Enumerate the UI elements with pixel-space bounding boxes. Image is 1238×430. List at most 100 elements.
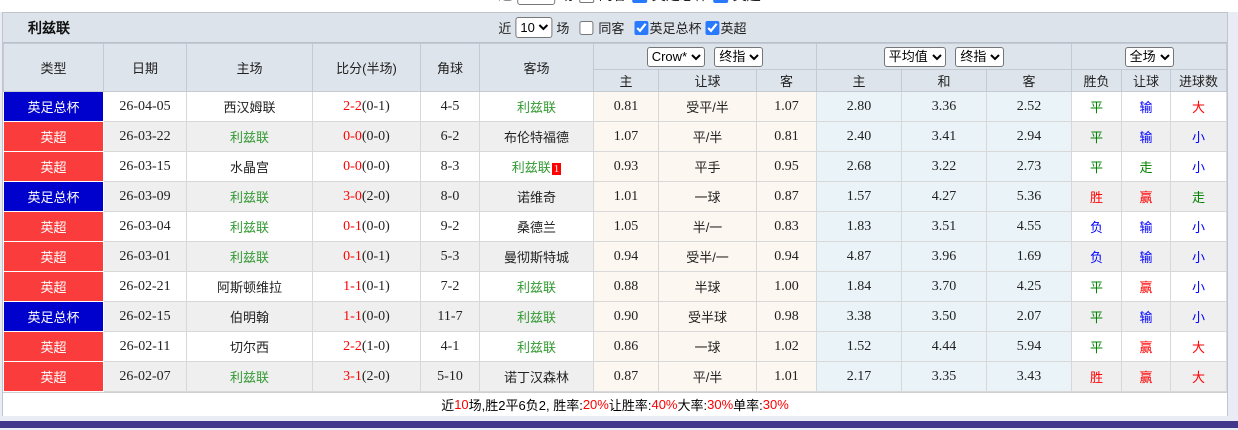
avg-home-cell: 1.83 <box>816 211 903 242</box>
same-away-label[interactable]: 同客 <box>598 18 624 37</box>
home-team-link[interactable]: 阿斯顿维拉 <box>217 280 282 295</box>
summary-segment: 10 <box>454 397 469 412</box>
handicap-cell: 半/一 <box>658 211 757 242</box>
away-team-link[interactable]: 利兹联 <box>517 310 556 325</box>
clipped-near-label: 近 <box>498 0 512 5</box>
corner-cell: 8-0 <box>420 181 480 212</box>
home-team-cell: 西汉姆联 <box>186 91 313 122</box>
away-team-link[interactable]: 利兹联 <box>517 100 556 115</box>
avg-away-cell: 2.73 <box>986 151 1073 182</box>
fa-cup-checkbox[interactable] <box>634 20 649 35</box>
average-odds-group: 平均值 终指 <box>816 43 1073 70</box>
home-team-link[interactable]: 水晶宫 <box>230 160 269 175</box>
odds-home-cell: 0.93 <box>593 151 659 182</box>
league-type-cell[interactable]: 英超 <box>3 331 104 362</box>
summary-segment: 40% <box>651 397 678 412</box>
odds-away-cell: 1.02 <box>755 331 818 362</box>
away-team-link[interactable]: 桑德兰 <box>517 220 556 235</box>
odds-home-cell: 1.05 <box>593 211 659 242</box>
league-type-cell[interactable]: 英足总杯 <box>3 301 104 332</box>
away-team-link[interactable]: 利兹联 <box>517 280 556 295</box>
clipped-fa-cup-label: 英足总杯 <box>652 0 708 5</box>
away-team-link[interactable]: 布伦特福德 <box>504 130 569 145</box>
away-team-cell: 利兹联 <box>479 91 594 122</box>
result-goals-cell: 小 <box>1170 211 1228 242</box>
matches-table: 类型 日期 主场 比分(半场) 角球 客场 Crow* 终指 平均值 终指 全场 <box>3 43 1228 392</box>
avg-home-cell: 1.52 <box>816 331 903 362</box>
games-label: 场 <box>556 21 570 36</box>
odds-final-select[interactable]: 终指 <box>714 46 764 67</box>
home-team-link[interactable]: 利兹联 <box>230 370 269 385</box>
match-rows: 英足总杯 26-04-05 西汉姆联 2-2(0-1) 4-5 利兹联 0.81 受平/半 1.… <box>3 91 1228 392</box>
away-team-link[interactable]: 诺维奇 <box>517 190 556 205</box>
away-team-link[interactable]: 利兹联 <box>512 160 551 175</box>
odds-company-select[interactable]: Crow* <box>646 46 705 67</box>
table-row: 英足总杯 26-04-05 西汉姆联 2-2(0-1) 4-5 利兹联 0.81 受平/半 1.… <box>3 91 1228 122</box>
result-goals-cell: 小 <box>1170 301 1228 332</box>
score-cell: 2-2(1-0) <box>312 331 421 362</box>
odds-home-cell: 0.94 <box>593 241 659 272</box>
avg-away-cell: 2.07 <box>986 301 1073 332</box>
epl-checkbox[interactable] <box>705 20 720 35</box>
average-final-select[interactable]: 终指 <box>955 46 1005 67</box>
result-wdl-cell: 胜 <box>1071 361 1123 392</box>
league-type-cell[interactable]: 英超 <box>3 361 104 392</box>
result-goals-cell: 大 <box>1170 331 1228 362</box>
date-cell: 26-02-15 <box>103 301 187 332</box>
odds-away-cell: 0.95 <box>755 151 818 182</box>
away-team-link[interactable]: 利兹联 <box>517 340 556 355</box>
epl-label[interactable]: 英超 <box>720 18 746 37</box>
league-type-cell[interactable]: 英足总杯 <box>3 181 104 212</box>
result-goals-cell: 大 <box>1170 361 1228 392</box>
home-team-cell: 利兹联 <box>186 121 313 152</box>
league-type-cell[interactable]: 英超 <box>3 211 104 242</box>
result-handicap-cell: 赢 <box>1121 181 1172 212</box>
col-header-type: 类型 <box>3 43 104 92</box>
rank-badge: 1 <box>551 163 562 175</box>
home-team-cell: 水晶宫 <box>186 151 313 182</box>
result-handicap-cell: 赢 <box>1121 331 1172 362</box>
corner-cell: 9-2 <box>420 211 480 242</box>
avg-home-cell: 3.38 <box>816 301 903 332</box>
fa-cup-label[interactable]: 英足总杯 <box>649 18 701 37</box>
odds-home-cell: 0.86 <box>593 331 659 362</box>
near-count-select[interactable]: 10 <box>515 17 553 38</box>
corner-cell: 5-3 <box>420 241 480 272</box>
home-team-link[interactable]: 利兹联 <box>230 250 269 265</box>
summary-segment: 大率: <box>677 398 708 413</box>
odds-home-cell: 0.81 <box>593 91 659 122</box>
result-handicap-cell: 赢 <box>1121 271 1172 302</box>
odds-away-cell: 0.98 <box>755 301 818 332</box>
result-wdl-cell: 平 <box>1071 301 1123 332</box>
result-handicap-cell: 输 <box>1121 241 1172 272</box>
home-team-link[interactable]: 西汉姆联 <box>223 100 275 115</box>
date-cell: 26-03-22 <box>103 121 187 152</box>
result-goals-cell: 小 <box>1170 241 1228 272</box>
result-wdl-cell: 平 <box>1071 121 1123 152</box>
score-cell: 1-1(0-0) <box>312 301 421 332</box>
table-row: 英足总杯 26-02-15 伯明翰 1-1(0-0) 11-7 利兹联 0.90 受半球 0.9… <box>3 301 1228 332</box>
home-team-link[interactable]: 利兹联 <box>230 220 269 235</box>
table-row: 英超 26-03-04 利兹联 0-1(0-0) 9-2 桑德兰 1.05 半/一 0.83 1.… <box>3 211 1228 242</box>
league-type-cell[interactable]: 英超 <box>3 271 104 302</box>
home-team-link[interactable]: 利兹联 <box>230 190 269 205</box>
avg-draw-cell: 4.44 <box>901 331 988 362</box>
league-type-cell[interactable]: 英超 <box>3 151 104 182</box>
away-team-cell: 利兹联 1 <box>479 151 594 182</box>
team-name-title: 利兹联 <box>28 19 70 36</box>
home-team-link[interactable]: 切尔西 <box>230 340 269 355</box>
league-type-cell[interactable]: 英超 <box>3 121 104 152</box>
home-team-link[interactable]: 伯明翰 <box>230 310 269 325</box>
league-type-cell[interactable]: 英超 <box>3 241 104 272</box>
scope-select[interactable]: 全场 <box>1124 46 1174 67</box>
home-team-link[interactable]: 利兹联 <box>230 130 269 145</box>
same-away-checkbox[interactable] <box>579 20 594 35</box>
league-type-cell[interactable]: 英足总杯 <box>3 91 104 122</box>
away-team-cell: 利兹联 <box>479 301 594 332</box>
away-team-link[interactable]: 诺丁汉森林 <box>504 370 569 385</box>
avg-away-cell: 5.94 <box>986 331 1073 362</box>
average-select[interactable]: 平均值 <box>883 46 946 67</box>
result-wdl-cell: 负 <box>1071 211 1123 242</box>
away-team-link[interactable]: 曼彻斯特城 <box>504 250 569 265</box>
result-handicap-cell: 赢 <box>1121 361 1172 392</box>
